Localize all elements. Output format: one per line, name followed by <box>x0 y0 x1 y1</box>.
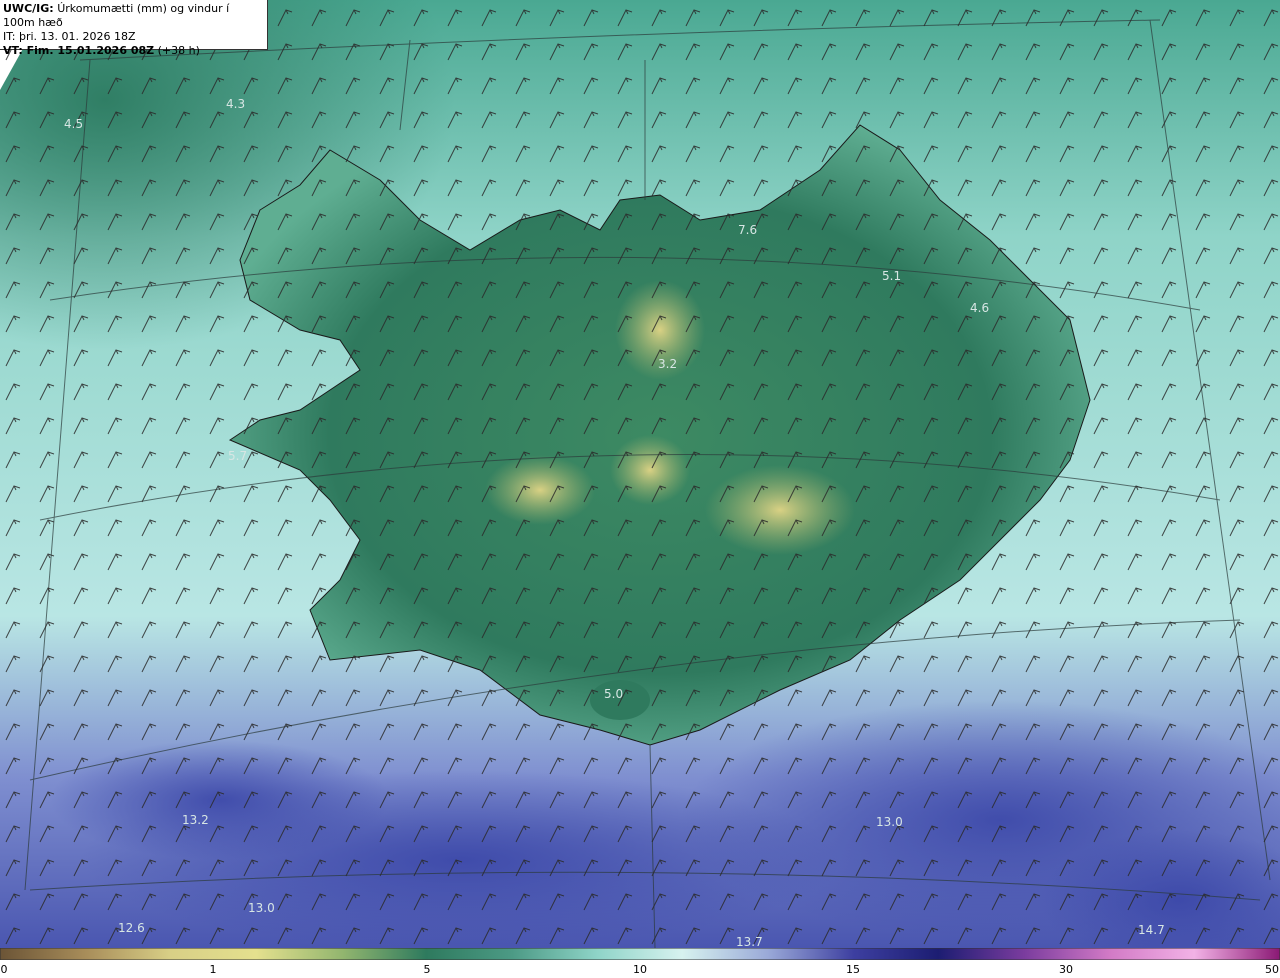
value-label: 13.2 <box>182 813 209 827</box>
map-header: UWC/IG: Úrkomumætti (mm) og vindur í 100… <box>0 0 268 57</box>
value-label: 14.7 <box>1138 923 1165 937</box>
value-label: 7.6 <box>738 223 757 237</box>
colorbar-tick-label: 1 <box>209 963 217 976</box>
value-label: 13.0 <box>876 815 903 829</box>
value-label: 4.3 <box>226 97 245 111</box>
value-label: 12.6 <box>118 921 145 935</box>
value-label: 13.7 <box>736 935 763 948</box>
model-name: UWC/IG: <box>3 2 54 15</box>
colorbar-tick-label: 15 <box>846 963 860 976</box>
valid-time: VT: Fim. 15.01.2026 08Z <box>3 44 155 57</box>
colorbar-ticks: 0 1 5 10 15 30 50 <box>0 960 1280 978</box>
colorbar-tick-label: 5 <box>423 963 431 976</box>
value-label: 4.5 <box>64 117 83 131</box>
header-title-line: UWC/IG: Úrkomumætti (mm) og vindur í 100… <box>3 2 264 30</box>
value-label: 5.7 <box>228 449 247 463</box>
value-label: 3.2 <box>658 357 677 371</box>
value-label: 5.0 <box>604 687 623 701</box>
colorbar-tick-label: 10 <box>633 963 647 976</box>
forecast-lead: (+38 h) <box>157 44 200 57</box>
colorbar-tick-label: 30 <box>1059 963 1073 976</box>
valid-time-line: VT: Fim. 15.01.2026 08Z (+38 h) <box>3 44 264 58</box>
precipitable-water-map[interactable]: 4.3 4.5 7.6 5.1 4.6 3.2 5.7 5.0 13.2 13.… <box>0 0 1280 948</box>
colorbar-tick-label: 0 <box>0 963 8 976</box>
initial-time: IT: þri. 13. 01. 2026 18Z <box>3 30 136 43</box>
value-label: 4.6 <box>970 301 989 315</box>
value-label: 5.1 <box>882 269 901 283</box>
value-label: 13.0 <box>248 901 275 915</box>
colorbar-tick-label: 50 <box>1265 963 1279 976</box>
colorbar <box>0 948 1280 960</box>
